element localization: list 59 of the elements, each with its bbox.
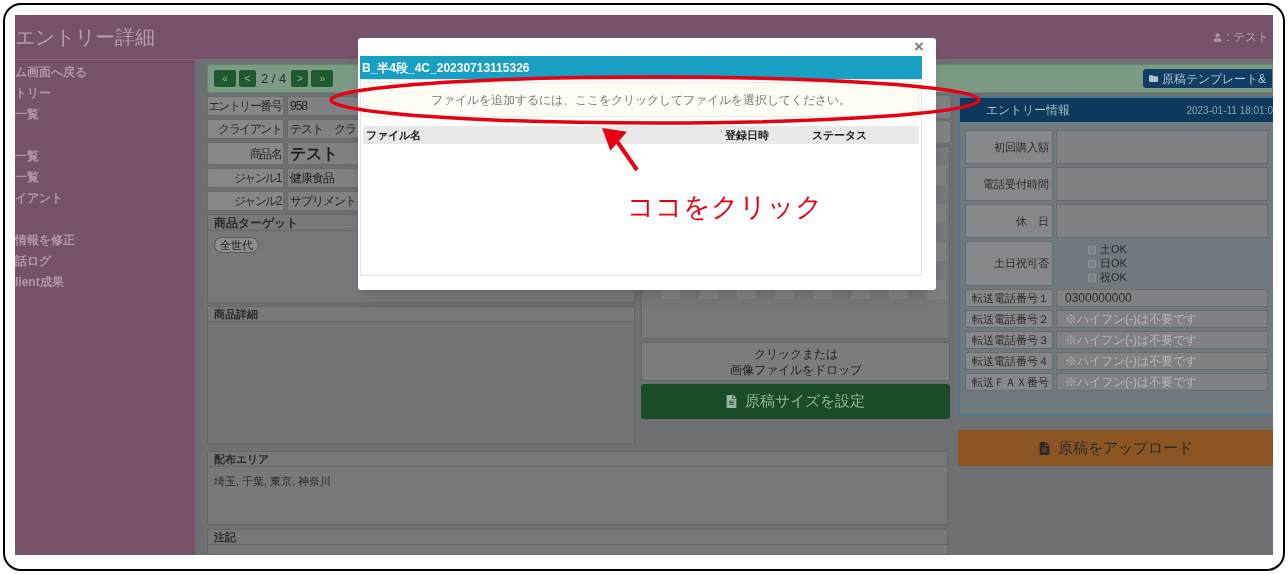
callout-arrow: [602, 128, 639, 172]
info-label: 休 日: [965, 204, 1053, 238]
panel-title: 配布エリア: [208, 452, 947, 467]
checkbox[interactable]: [1088, 245, 1096, 254]
document-icon: [1038, 441, 1050, 455]
sidebar-item[interactable]: 情報を修正: [15, 230, 195, 251]
column-header: 登録日時: [725, 127, 770, 143]
field-label: エントリー番号: [207, 96, 284, 116]
area-value: 埼玉, 千葉, 東京, 神奈川: [213, 474, 333, 489]
checkbox-label: 祝OK: [1100, 270, 1127, 286]
sidebar-item[interactable]: イアント: [15, 188, 195, 209]
folder-icon: [1149, 74, 1158, 83]
sidebar-item[interactable]: lient成果: [15, 272, 195, 293]
panel-heading: エントリー情報: [986, 102, 1070, 119]
sidebar-item[interactable]: ム画面へ戻る: [15, 62, 195, 83]
size-button[interactable]: 原稿サイズを設定: [641, 384, 950, 419]
info-label: 土日祝可否: [965, 241, 1053, 286]
user-name[interactable]: : テスト: [1226, 28, 1269, 46]
checkbox[interactable]: [1088, 273, 1096, 282]
checkbox-label: 土OK: [1100, 242, 1127, 258]
page-position: 2 / 4: [260, 69, 288, 88]
page-title: エントリー詳細: [15, 25, 155, 50]
field-label: 商品名: [207, 142, 284, 165]
column-header: ステータス: [812, 127, 868, 143]
info-label: 転送電話番号２: [965, 310, 1053, 328]
entry-date: 2023-01-11 18:01:0: [1186, 103, 1273, 118]
info-label: 転送ＦＡＸ番号: [965, 373, 1053, 391]
checkbox[interactable]: [1088, 259, 1096, 268]
sidebar-item[interactable]: 話ログ: [15, 251, 195, 272]
field-label: クライアント: [207, 119, 284, 139]
sidebar-item[interactable]: 一覧: [15, 167, 195, 188]
sidebar-item[interactable]: 一覧: [15, 146, 195, 167]
info-label: 転送電話番号４: [965, 352, 1053, 370]
close-button[interactable]: ×: [914, 38, 924, 56]
dialog-title: B_半4段_4C_20230713115326: [362, 59, 530, 77]
next-page-button[interactable]: >: [291, 70, 309, 87]
image-drop-zone[interactable]: クリックまたは 画像ファイルをドロップ: [641, 342, 950, 381]
sidebar-item[interactable]: 一覧: [15, 104, 195, 125]
field-label: ジャンル2: [207, 191, 284, 211]
document-icon: [726, 395, 737, 408]
upload-button[interactable]: 原稿をアップロード: [958, 430, 1273, 466]
file-drop-zone[interactable]: ファイルを追加するには、ここをクリックしてファイルを選択してください。: [363, 82, 919, 117]
user-icon: [1213, 32, 1223, 42]
last-page-button[interactable]: »: [311, 70, 334, 87]
drop-hint: クリックまたは: [753, 345, 838, 362]
info-label: 転送電話番号１: [965, 289, 1053, 307]
info-label: 転送電話番号３: [965, 331, 1053, 349]
checkbox-label: 日OK: [1100, 256, 1127, 272]
sidebar-item[interactable]: トリー: [15, 83, 195, 104]
template-button[interactable]: 原稿テンプレート&: [1143, 69, 1272, 88]
previous-page-button[interactable]: <: [239, 70, 256, 87]
target-tag[interactable]: 全世代: [214, 237, 259, 253]
info-label: 電話受付時間: [965, 167, 1053, 201]
first-page-button[interactable]: «: [214, 70, 236, 87]
field-label: ジャンル1: [207, 168, 284, 188]
drop-hint: 画像ファイルをドロップ: [729, 361, 862, 378]
info-label: 初回購入額: [965, 130, 1053, 164]
phone-field[interactable]: 0300000000: [1056, 289, 1268, 307]
panel-title: 注記: [208, 530, 947, 546]
